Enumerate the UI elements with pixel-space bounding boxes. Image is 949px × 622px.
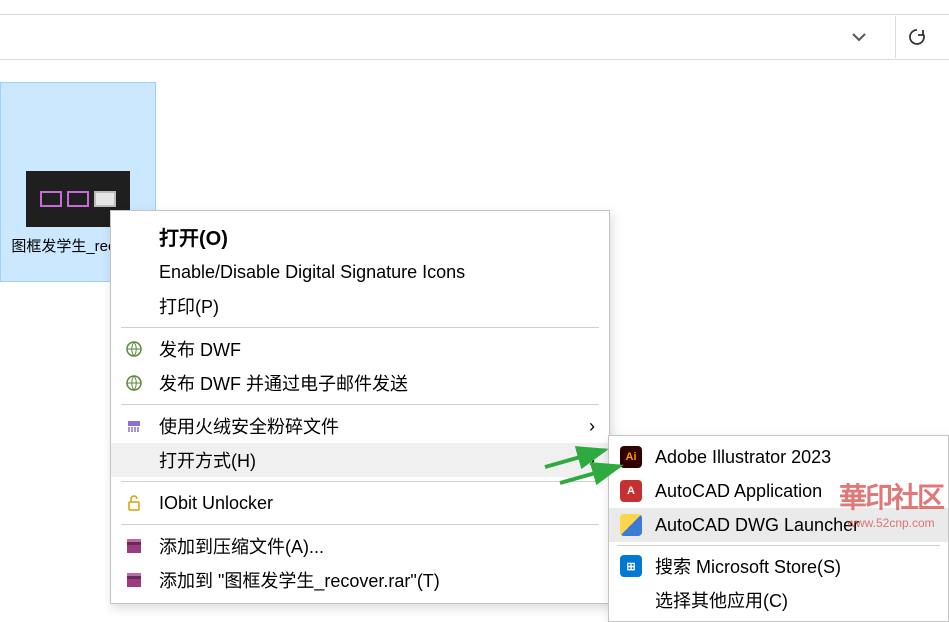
menu-separator	[121, 404, 599, 405]
menu-separator	[121, 481, 599, 482]
menu-publish-dwf[interactable]: 发布 DWF	[111, 332, 609, 366]
chevron-right-icon: ›	[589, 416, 595, 437]
globe-icon	[123, 338, 145, 360]
submenu-autocad-dwg-launcher[interactable]: AutoCAD DWG Launcher	[609, 508, 948, 542]
submenu-adobe-illustrator[interactable]: Ai Adobe Illustrator 2023	[609, 440, 948, 474]
chevron-right-icon: ›	[589, 450, 595, 471]
menu-huorong-shred[interactable]: 使用火绒安全粉碎文件 ›	[111, 409, 609, 443]
submenu-separator	[617, 545, 940, 546]
address-bar	[0, 15, 949, 60]
menu-print[interactable]: 打印(P)	[111, 289, 609, 323]
refresh-button[interactable]	[895, 16, 937, 58]
shredder-icon	[123, 415, 145, 437]
submenu-autocad-application[interactable]: A AutoCAD Application	[609, 474, 948, 508]
lock-icon	[123, 492, 145, 514]
menu-separator	[121, 524, 599, 525]
archive-icon	[123, 569, 145, 591]
menu-open-with[interactable]: 打开方式(H) ›	[111, 443, 609, 477]
submenu-choose-other-app[interactable]: 选择其他应用(C)	[609, 583, 948, 617]
menu-separator	[121, 327, 599, 328]
address-dropdown[interactable]	[837, 19, 881, 55]
menu-open[interactable]: 打开(O)	[111, 217, 609, 255]
menu-publish-dwf-email[interactable]: 发布 DWF 并通过电子邮件发送	[111, 366, 609, 400]
menu-digital-signature[interactable]: Enable/Disable Digital Signature Icons	[111, 255, 609, 289]
archive-icon	[123, 535, 145, 557]
open-with-submenu: Ai Adobe Illustrator 2023 A AutoCAD Appl…	[608, 435, 949, 622]
menu-iobit-unlocker[interactable]: IObit Unlocker	[111, 486, 609, 520]
content-area[interactable]: 图框发学生_recover 打开(O) Enable/Disable Digit…	[0, 60, 949, 536]
menu-add-to-named-rar[interactable]: 添加到 "图框发学生_recover.rar"(T)	[111, 563, 609, 597]
autocad-icon: A	[620, 480, 642, 502]
context-menu: 打开(O) Enable/Disable Digital Signature I…	[110, 210, 610, 604]
submenu-search-ms-store[interactable]: ⊞ 搜索 Microsoft Store(S)	[609, 549, 948, 583]
refresh-icon	[907, 27, 927, 47]
menu-add-to-archive[interactable]: 添加到压缩文件(A)...	[111, 529, 609, 563]
globe-icon	[123, 372, 145, 394]
chevron-down-icon	[851, 29, 867, 45]
adobe-illustrator-icon: Ai	[620, 446, 642, 468]
microsoft-store-icon: ⊞	[620, 555, 642, 577]
dwg-launcher-icon	[620, 514, 642, 536]
toolbar-strip	[0, 0, 949, 15]
